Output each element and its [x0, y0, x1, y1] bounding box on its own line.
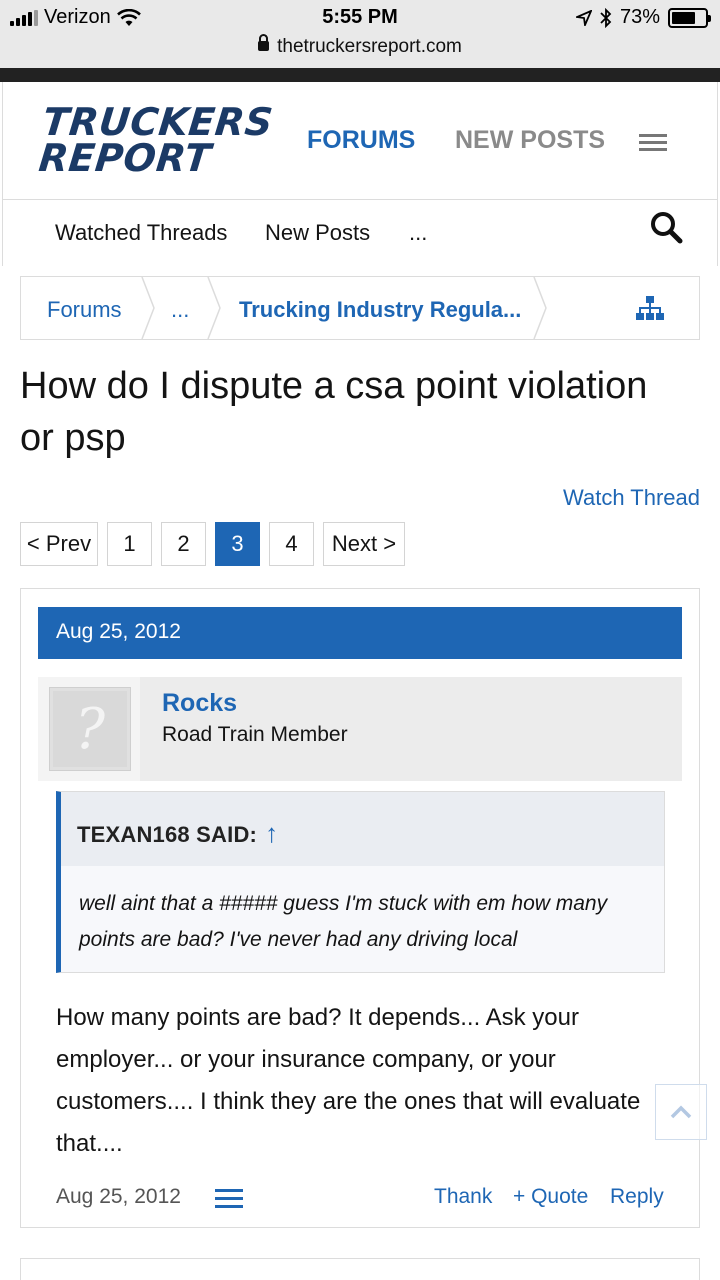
battery-icon — [668, 7, 711, 28]
battery-percent: 73% — [619, 6, 660, 28]
pagination-prev[interactable]: < Prev — [20, 522, 98, 566]
breadcrumb-current-forum[interactable]: Trucking Industry Regula... — [239, 297, 521, 323]
logo-line-2: REPORT — [36, 136, 214, 180]
sitemap-icon[interactable] — [635, 295, 665, 321]
breadcrumb-forums[interactable]: Forums — [47, 297, 122, 323]
breadcrumb: Forums ... Trucking Industry Regula... — [20, 276, 700, 340]
post: Aug 25, 2012 ? Rocks Road Train Member T… — [20, 588, 700, 1228]
quote-button[interactable]: + Quote — [513, 1185, 588, 1209]
avatar[interactable]: ? — [49, 687, 131, 771]
nav-new-posts[interactable]: NEW POSTS — [455, 126, 605, 155]
hamburger-icon[interactable] — [639, 134, 667, 152]
search-icon[interactable] — [649, 210, 683, 244]
quote-author: TEXAN168 SAID: — [77, 822, 258, 847]
post-footer-date[interactable]: Aug 25, 2012 — [56, 1185, 181, 1209]
post-username[interactable]: Rocks — [162, 689, 237, 718]
avatar-column: ? — [38, 677, 140, 781]
breadcrumb-separator — [533, 277, 547, 339]
pagination-page-1[interactable]: 1 — [107, 522, 152, 566]
quote-jump-arrow-icon[interactable]: ↑ — [265, 818, 278, 848]
nav-forums[interactable]: FORUMS — [307, 126, 415, 155]
pagination-next[interactable]: Next > — [323, 522, 405, 566]
watch-thread-link[interactable]: Watch Thread — [563, 485, 700, 511]
pagination-page-2[interactable]: 2 — [161, 522, 206, 566]
site-header: TRUCKERS REPORT FORUMS NEW POSTS — [2, 82, 718, 200]
url-text: thetruckersreport.com — [277, 36, 462, 57]
scroll-to-top-button[interactable] — [655, 1084, 707, 1140]
reply-button[interactable]: Reply — [610, 1185, 664, 1209]
battery-fill — [672, 11, 696, 24]
thread-title: How do I dispute a csa point violation o… — [20, 365, 648, 459]
pagination-page-3-current[interactable]: 3 — [215, 522, 260, 566]
post-user-info: ? Rocks Road Train Member — [38, 677, 682, 781]
post-user-title: Road Train Member — [162, 723, 348, 746]
subnav-watched-threads[interactable]: Watched Threads — [55, 220, 227, 246]
quote-block: TEXAN168 SAID: ↑ well aint that a ##### g… — [56, 791, 665, 973]
breadcrumb-separator — [207, 277, 221, 339]
status-right: 73% — [575, 6, 711, 29]
chevron-up-icon — [670, 1105, 692, 1119]
post-date-bar: Aug 25, 2012 — [38, 607, 682, 659]
breadcrumb-separator — [141, 277, 155, 339]
pagination-page-4[interactable]: 4 — [269, 522, 314, 566]
top-divider — [0, 68, 720, 82]
bluetooth-icon — [600, 7, 612, 28]
quote-header: TEXAN168 SAID: ↑ — [61, 792, 664, 866]
post-message: How many points are bad? It depends... A… — [56, 1004, 641, 1157]
lock-icon — [258, 34, 270, 51]
status-bar: Verizon 5:55 PM 73% thetruckersreport.co… — [0, 0, 720, 68]
subnav-new-posts[interactable]: New Posts — [265, 220, 370, 246]
site-logo[interactable]: TRUCKERS REPORT — [36, 100, 276, 180]
avatar-placeholder-icon: ? — [53, 691, 127, 767]
pagination: < Prev 1 2 3 4 Next > — [20, 522, 405, 566]
next-post-container — [20, 1258, 700, 1280]
thank-button[interactable]: Thank — [434, 1185, 492, 1209]
subnav-more[interactable]: ... — [409, 220, 427, 246]
breadcrumb-ellipsis[interactable]: ... — [171, 297, 189, 323]
quote-text: well aint that a ##### guess I'm stuck w… — [79, 892, 608, 951]
post-menu-icon[interactable] — [215, 1189, 243, 1209]
location-arrow-icon — [575, 9, 592, 26]
logo-line-1: TRUCKERS — [40, 100, 276, 144]
url-bar[interactable]: thetruckersreport.com — [0, 34, 720, 58]
sub-nav: Watched Threads New Posts ... — [2, 200, 718, 266]
